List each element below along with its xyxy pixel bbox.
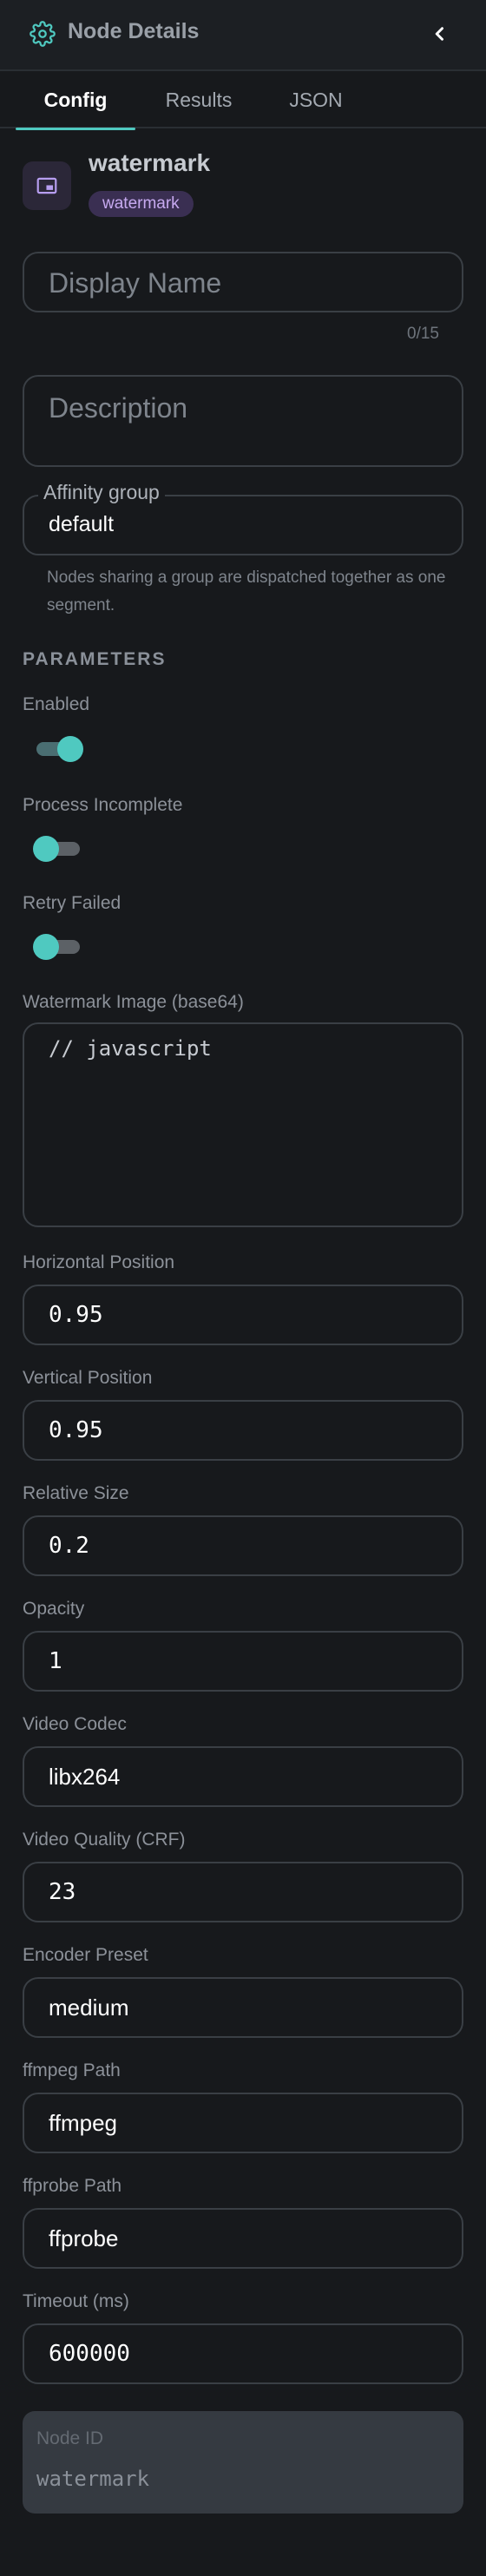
affinity-group-hint: Nodes sharing a group are dispatched tog…	[47, 568, 446, 614]
panel-title: Node Details	[68, 19, 200, 43]
timeout-label: Timeout (ms)	[23, 2291, 129, 2311]
horizontal-position-value: 0.95	[49, 1302, 103, 1328]
panel-header: Node Details	[0, 0, 486, 71]
ffmpeg-path-input[interactable]: ffmpeg	[23, 2093, 463, 2153]
encoder-preset-input[interactable]: medium	[23, 1977, 463, 2038]
description-placeholder: Description	[49, 392, 188, 424]
vertical-position-label: Vertical Position	[23, 1368, 153, 1388]
retry-failed-toggle[interactable]	[33, 934, 83, 960]
node-type-icon-box	[23, 161, 71, 210]
timeout-input[interactable]: 600000	[23, 2323, 463, 2384]
parameters-heading: PARAMETERS	[23, 649, 167, 669]
opacity-input[interactable]: 1	[23, 1631, 463, 1692]
ffmpeg-path-label: ffmpeg Path	[23, 2060, 121, 2080]
node-name: watermark	[89, 149, 211, 176]
video-codec-value: libx264	[49, 1764, 121, 1790]
process-incomplete-toggle[interactable]	[33, 836, 83, 862]
process-incomplete-toggle-knob	[33, 836, 59, 862]
tab-bar: Config Results JSON	[0, 73, 486, 130]
tab-config[interactable]: Config	[16, 73, 135, 130]
relative-size-input[interactable]: 0.2	[23, 1515, 463, 1576]
tab-results[interactable]: Results	[144, 73, 253, 128]
encoder-preset-value: medium	[49, 1994, 129, 2021]
enabled-label: Enabled	[23, 694, 90, 714]
relative-size-label: Relative Size	[23, 1483, 129, 1503]
vertical-position-value: 0.95	[49, 1417, 103, 1443]
retry-failed-label: Retry Failed	[23, 893, 122, 913]
affinity-group-label: Affinity group	[38, 481, 165, 504]
code-editor-content: // javascript	[49, 1036, 212, 1061]
enabled-toggle[interactable]	[33, 736, 83, 762]
gear-icon	[30, 21, 56, 47]
vertical-position-input[interactable]: 0.95	[23, 1400, 463, 1461]
display-name-placeholder: Display Name	[49, 267, 222, 299]
watermark-image-code-editor[interactable]: // javascript	[23, 1022, 463, 1227]
picture-in-picture-icon	[36, 177, 57, 194]
display-name-input[interactable]: Display Name	[23, 252, 463, 312]
video-codec-label: Video Codec	[23, 1714, 127, 1734]
node-id-label: Node ID	[36, 2428, 104, 2448]
retry-failed-toggle-knob	[33, 934, 59, 960]
video-quality-label: Video Quality (CRF)	[23, 1830, 186, 1850]
display-name-counter: 0/15	[407, 325, 439, 343]
ffprobe-path-input[interactable]: ffprobe	[23, 2208, 463, 2269]
timeout-value: 600000	[49, 2341, 130, 2367]
opacity-label: Opacity	[23, 1599, 85, 1619]
affinity-group-value: default	[49, 512, 115, 536]
video-quality-input[interactable]: 23	[23, 1862, 463, 1922]
watermark-image-label: Watermark Image (base64)	[23, 992, 244, 1012]
video-codec-input[interactable]: libx264	[23, 1746, 463, 1807]
node-id-field: Node ID watermark	[23, 2411, 463, 2514]
node-type-badge: watermark	[89, 191, 194, 217]
description-textarea[interactable]: Description	[23, 375, 463, 467]
tab-json[interactable]: JSON	[269, 73, 363, 128]
horizontal-position-input[interactable]: 0.95	[23, 1285, 463, 1345]
ffprobe-path-label: ffprobe Path	[23, 2176, 122, 2196]
horizontal-position-label: Horizontal Position	[23, 1252, 175, 1272]
opacity-value: 1	[49, 1648, 62, 1674]
enabled-toggle-knob	[57, 736, 83, 762]
node-id-value: watermark	[36, 2467, 150, 2491]
encoder-preset-label: Encoder Preset	[23, 1945, 148, 1965]
video-quality-value: 23	[49, 1879, 76, 1905]
process-incomplete-label: Process Incomplete	[23, 795, 183, 815]
ffprobe-path-value: ffprobe	[49, 2225, 119, 2251]
chevron-left-icon[interactable]	[427, 21, 453, 47]
ffmpeg-path-value: ffmpeg	[49, 2110, 118, 2136]
relative-size-value: 0.2	[49, 1533, 89, 1559]
